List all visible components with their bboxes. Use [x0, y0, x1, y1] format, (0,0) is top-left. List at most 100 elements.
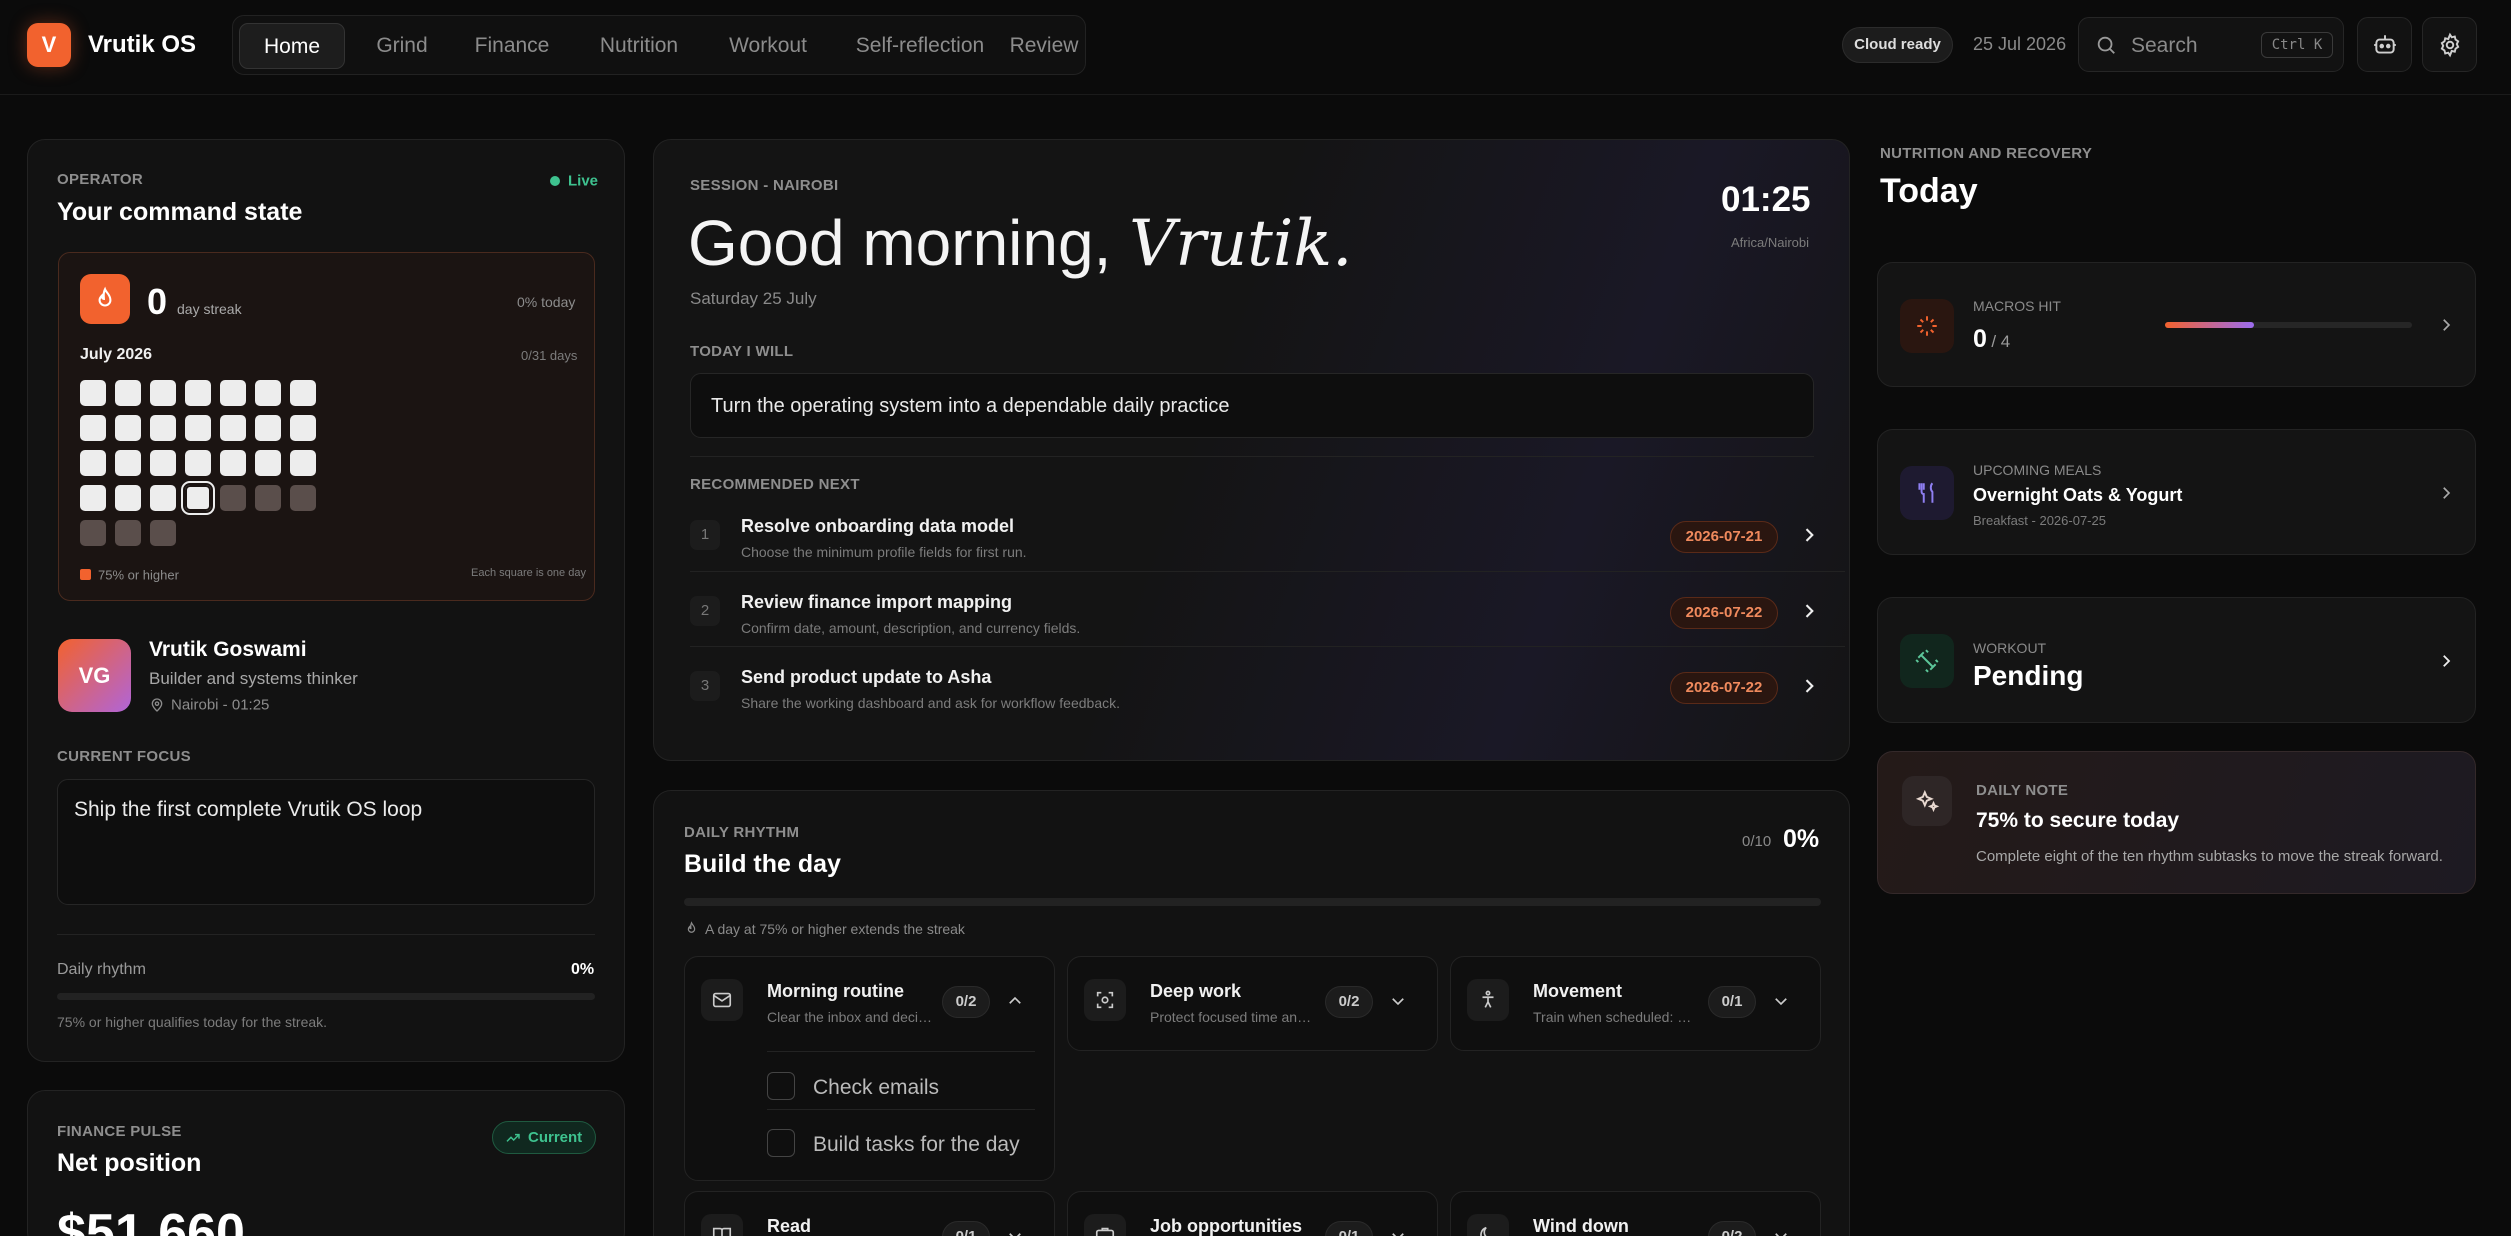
operator-label: OPERATOR [57, 171, 144, 188]
workout-label: WORKOUT [1973, 640, 2047, 656]
chevron-right-icon[interactable] [1799, 601, 1819, 621]
session-clock: 01:25 [1721, 180, 1811, 219]
task-icon [1084, 1214, 1126, 1236]
note-icon-box [1902, 776, 1952, 826]
chevron-down-icon[interactable] [1389, 992, 1407, 1010]
divider [690, 456, 1814, 457]
chevron-down-icon[interactable] [1006, 1227, 1024, 1236]
macros-progress-fill [2165, 322, 2254, 328]
calendar-day [150, 520, 176, 546]
subtask-item[interactable]: Check emails [767, 1064, 1035, 1108]
chevron-down-icon[interactable] [1389, 1227, 1407, 1236]
search-box[interactable]: Search Ctrl K [2078, 17, 2344, 72]
header-date: 25 Jul 2026 [1973, 34, 2067, 54]
task-title: Read [767, 1216, 812, 1236]
focus-icon [1096, 991, 1114, 1009]
calendar-day [80, 380, 106, 406]
legend-label: 75% or higher [98, 567, 179, 583]
logo-mark[interactable]: V [27, 23, 71, 67]
live-label: Live [568, 172, 599, 190]
avatar[interactable]: VG [58, 639, 131, 712]
item-title: Resolve onboarding data model [741, 516, 1015, 536]
rhythm-note: 75% or higher qualifies today for the st… [57, 1014, 328, 1030]
workout-icon-box [1900, 634, 1954, 688]
divider [767, 1051, 1035, 1052]
item-subtitle: Share the working dashboard and ask for … [741, 695, 1120, 711]
rhythm-card-progress-bar [684, 898, 1821, 906]
nav-review[interactable]: Review [1007, 23, 1081, 69]
task-count: 0/2 [1708, 1221, 1756, 1236]
macros-icon-box [1900, 299, 1954, 353]
meal-name: Overnight Oats & Yogurt [1973, 485, 2183, 505]
divider [57, 934, 595, 935]
calendar-day [185, 380, 211, 406]
meals-label: UPCOMING MEALS [1973, 462, 2102, 478]
intent-text: Turn the operating system into a dependa… [711, 395, 1230, 417]
chevron-up-icon[interactable] [1006, 992, 1024, 1010]
chevron-right-icon[interactable] [2437, 652, 2455, 670]
task-deep-work[interactable]: Deep work Protect focused time and ship … [1067, 956, 1438, 1051]
macros-value: 0 / 4 [1973, 325, 2010, 354]
recommended-item[interactable]: 1 Resolve onboarding data model Choose t… [690, 496, 1845, 571]
recommended-item[interactable]: 3 Send product update to Asha Share the … [690, 646, 1845, 721]
recommended-item[interactable]: 2 Review finance import mapping Confirm … [690, 571, 1845, 646]
divider [767, 1109, 1035, 1110]
settings-button[interactable] [2422, 17, 2477, 72]
upcoming-meals-card[interactable]: UPCOMING MEALS Overnight Oats & Yogurt B… [1877, 429, 2476, 555]
task-morning-routine[interactable]: Morning routine Clear the inbox and deci… [684, 956, 1055, 1181]
rhythm-card-label: DAILY RHYTHM [684, 824, 800, 841]
rhythm-progress-bar [57, 993, 595, 1000]
task-movement[interactable]: Movement Train when scheduled: hit the p… [1450, 956, 1821, 1051]
nav-self-reflection[interactable]: Self-reflection [831, 23, 1009, 69]
nav-home[interactable]: Home [239, 23, 345, 69]
task-title: Job opportunities [1150, 1216, 1302, 1236]
item-number: 3 [690, 671, 720, 701]
finance-card[interactable]: FINANCE PULSE Net position Current $51,6… [27, 1090, 625, 1236]
item-number: 2 [690, 596, 720, 626]
calendar-day [115, 520, 141, 546]
calendar-day [150, 450, 176, 476]
intent-label: TODAY I WILL [690, 343, 794, 360]
workout-status: Pending [1973, 660, 2084, 691]
focus-textarea[interactable]: Ship the first complete Vrutik OS loop [57, 779, 595, 905]
trending-up-icon [506, 1133, 520, 1142]
macros-progress-bar [2165, 322, 2412, 328]
nav-finance[interactable]: Finance [455, 23, 569, 69]
note-label: DAILY NOTE [1976, 782, 2069, 799]
nav-grind[interactable]: Grind [353, 23, 451, 69]
intent-input[interactable]: Turn the operating system into a dependa… [690, 373, 1814, 438]
task-count: 0/1 [942, 1221, 990, 1236]
task-read[interactable]: Read 0/1 [684, 1191, 1055, 1236]
flame-icon [687, 921, 696, 934]
nav-nutrition[interactable]: Nutrition [573, 23, 705, 69]
streak-legend: 75% or higher [80, 566, 179, 584]
profile-location: Nairobi - 01:25 [149, 696, 269, 714]
subtask-item[interactable]: Build tasks for the day [767, 1121, 1035, 1165]
finance-title: Net position [57, 1149, 202, 1177]
workout-card[interactable]: WORKOUT Pending [1877, 597, 2476, 723]
nav-workout[interactable]: Workout [709, 23, 827, 69]
subtask-label: Check emails [813, 1076, 940, 1099]
task-job-opportunities[interactable]: Job opportunities 0/1 [1067, 1191, 1438, 1236]
subtask-checkbox[interactable] [767, 1072, 795, 1100]
calendar-day [220, 485, 246, 511]
chevron-right-icon[interactable] [2437, 484, 2455, 502]
task-wind-down[interactable]: Wind down 0/2 [1450, 1191, 1821, 1236]
daily-note-card: DAILY NOTE 75% to secure today Complete … [1877, 751, 2476, 894]
calendar-day [115, 485, 141, 511]
streak-rule-text: A day at 75% or higher extends the strea… [705, 920, 965, 937]
location-pin-icon [151, 698, 163, 712]
chevron-right-icon[interactable] [1799, 676, 1819, 696]
chevron-right-icon[interactable] [2437, 316, 2455, 334]
chevron-down-icon[interactable] [1772, 1227, 1790, 1236]
assistant-button[interactable] [2357, 17, 2412, 72]
chevron-right-icon[interactable] [1799, 525, 1819, 545]
macros-card[interactable]: MACROS HIT 0 / 4 [1877, 262, 2476, 387]
daily-rhythm-card: DAILY RHYTHM Build the day 0/10 0% A day… [653, 790, 1850, 1236]
focus-text: Ship the first complete Vrutik OS loop [74, 798, 423, 821]
chevron-down-icon[interactable] [1772, 992, 1790, 1010]
calendar-day [290, 415, 316, 441]
streak-days-count: 0/31 days [521, 348, 578, 363]
subtask-checkbox[interactable] [767, 1129, 795, 1157]
live-dot-icon [550, 175, 560, 186]
